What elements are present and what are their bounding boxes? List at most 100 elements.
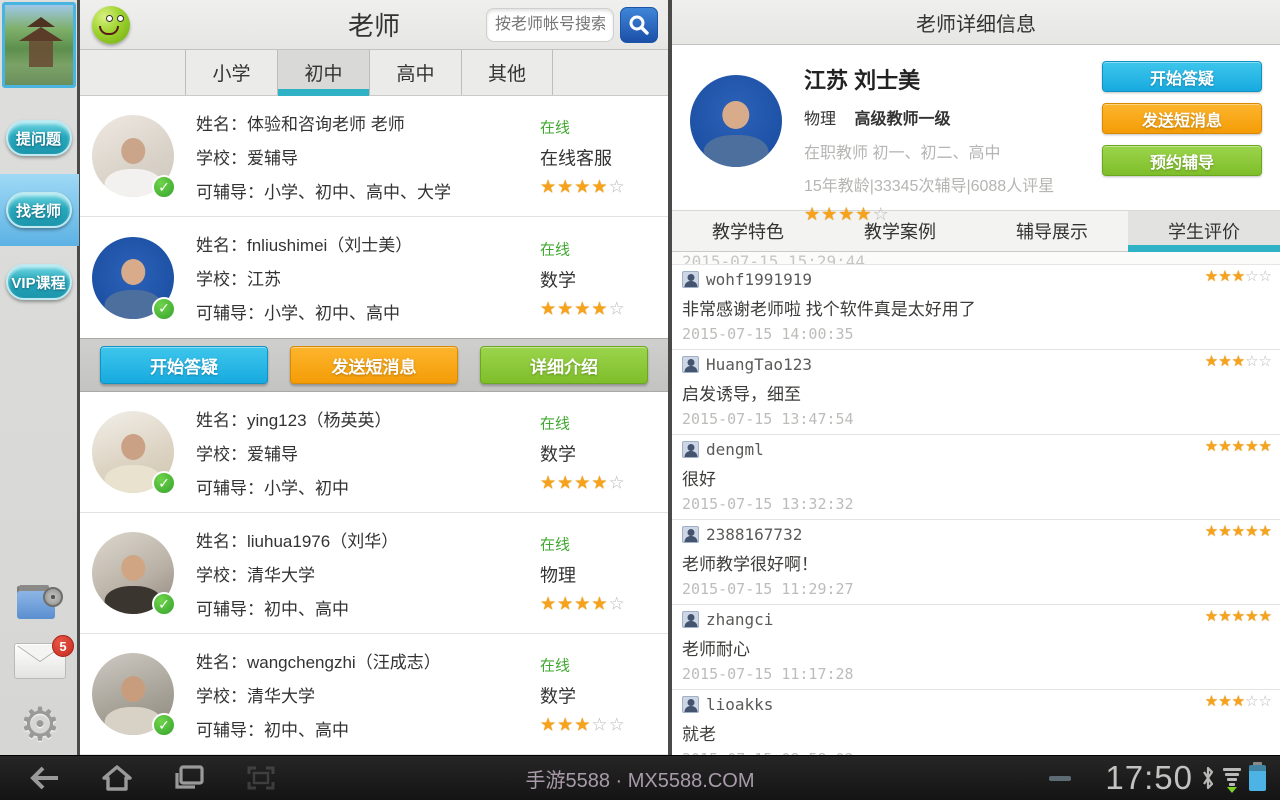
teacher-school-line: 学校：爱辅导 <box>196 440 392 465</box>
review-user-row: dengml <box>682 440 1270 459</box>
find-teacher-button[interactable]: 找老师 <box>6 192 72 228</box>
teacher-scope-line: 可辅导：小学、初中、高中 <box>196 299 412 324</box>
tab-primary-school[interactable]: 小学 <box>185 50 277 95</box>
teacher-info: 姓名：fnliushimei（刘士美） 学校：江苏 可辅导：小学、初中、高中 <box>196 231 412 324</box>
detail-send-sms-button[interactable]: 发送短消息 <box>1102 103 1262 134</box>
teacher-avatar: ✓ <box>92 653 174 735</box>
detail-stats-line: 15年教龄|33345次辅导|6088人评星 <box>804 172 1054 196</box>
review-item: HuangTao123 启发诱导，细至 2015-07-15 13:47:54 … <box>672 350 1280 435</box>
user-avatar-icon <box>682 271 699 288</box>
messages-mail-icon[interactable]: 5 <box>14 643 66 679</box>
back-arrow-icon <box>29 765 61 791</box>
teacher-subject: 物理 <box>540 562 650 588</box>
review-item: zhangci 老师耐心 2015-07-15 11:17:28 ★★★★★ <box>672 605 1280 690</box>
teacher-scope-line: 可辅导：初中、高中 <box>196 595 398 620</box>
teacher-card[interactable]: ✓ 姓名：liuhua1976（刘华） 学校：清华大学 可辅导：初中、高中 在线… <box>80 513 668 634</box>
verified-check-icon: ✓ <box>152 175 176 199</box>
teacher-search-input[interactable] <box>486 8 614 42</box>
search-button[interactable] <box>620 7 658 43</box>
tab-tutoring-showcase[interactable]: 辅导展示 <box>976 211 1128 251</box>
review-rating-stars: ★★★★★ <box>1205 609 1272 624</box>
download-arrow-icon <box>1227 787 1237 793</box>
vip-course-button[interactable]: VIP课程 <box>6 264 72 300</box>
review-date: 2015-07-15 11:29:27 <box>682 580 1270 598</box>
detail-panel-title: 老师详细信息 <box>672 0 1280 45</box>
online-status: 在线 <box>540 534 650 555</box>
teacher-name-line: 姓名：wangchengzhi（汪成志） <box>196 648 441 673</box>
teacher-info: 姓名：ying123（杨英英） 学校：爱辅导 可辅导：小学、初中 <box>196 406 392 499</box>
online-status: 在线 <box>540 117 650 138</box>
app-smiley-logo-icon[interactable] <box>92 6 130 44</box>
review-rating-stars: ★★★★★ <box>1205 439 1272 454</box>
teacher-avatar: ✓ <box>92 115 174 197</box>
teacher-list[interactable]: ✓ 姓名：体验和咨询老师 老师 学校：爱辅导 可辅导：小学、初中、高中、大学 在… <box>80 96 668 755</box>
teacher-side-info: 在线 数学 ★★★★☆ <box>540 413 650 492</box>
review-username: HuangTao123 <box>706 355 812 374</box>
home-button[interactable] <box>100 763 134 793</box>
detail-book-tutoring-button[interactable]: 预约辅导 <box>1102 145 1262 176</box>
teacher-info: 姓名：体验和咨询老师 老师 学校：爱辅导 可辅导：小学、初中、高中、大学 <box>196 110 451 203</box>
teacher-subject: 数学 <box>540 266 650 292</box>
fullscreen-button[interactable] <box>244 763 278 793</box>
tab-teaching-features[interactable]: 教学特色 <box>672 211 824 251</box>
send-sms-button[interactable]: 发送短消息 <box>290 346 458 384</box>
teacher-rating-stars: ★★★☆☆ <box>540 716 650 734</box>
detail-teacher-name: 江苏 刘士美 <box>804 63 1054 95</box>
teacher-card[interactable]: ✓ 姓名：ying123（杨英英） 学校：爱辅导 可辅导：小学、初中 在线 数学… <box>80 392 668 513</box>
teacher-card[interactable]: ✓ 姓名：体验和咨询老师 老师 学校：爱辅导 可辅导：小学、初中、高中、大学 在… <box>80 96 668 217</box>
review-date: 2015-07-15 13:32:32 <box>682 495 1270 513</box>
user-avatar-icon <box>682 696 699 713</box>
teacher-subject: 数学 <box>540 683 650 709</box>
back-button[interactable] <box>28 763 62 793</box>
teacher-info: 姓名：liuhua1976（刘华） 学校：清华大学 可辅导：初中、高中 <box>196 527 398 620</box>
review-rating-stars: ★★★☆☆ <box>1205 354 1272 369</box>
ask-question-button[interactable]: 提问题 <box>6 120 72 156</box>
tab-teaching-cases[interactable]: 教学案例 <box>824 211 976 251</box>
user-avatar-icon <box>682 356 699 373</box>
detail-teacher-text: 江苏 刘士美 物理 高级教师一级 在职教师 初一、初二、高中 15年教龄|333… <box>804 59 1054 210</box>
detail-level: 高级教师一级 <box>854 111 950 128</box>
review-rating-stars: ★★★★★ <box>1205 524 1272 539</box>
teacher-card[interactable]: ✓ 姓名：wangchengzhi（汪成志） 学校：清华大学 可辅导：初中、高中… <box>80 634 668 755</box>
tab-junior-high[interactable]: 初中 <box>277 50 369 95</box>
detail-subject-level: 物理 高级教师一级 <box>804 105 1054 129</box>
sidebar-bottom-icons: 5 ⚙ <box>0 585 80 747</box>
system-navigation-bar: 手游5588 · MX5588.COM <box>0 755 1280 800</box>
review-text: 非常感谢老师啦 找个软件真是太好用了 <box>682 295 1270 320</box>
review-user-row: 2388167732 <box>682 525 1270 544</box>
teacher-card-selected[interactable]: ✓ 姓名：fnliushimei（刘士美） 学校：江苏 可辅导：小学、初中、高中… <box>80 217 668 338</box>
bluetooth-icon <box>1201 765 1215 791</box>
teacher-avatar: ✓ <box>92 411 174 493</box>
review-item: 2388167732 老师教学很好啊！ 2015-07-15 11:29:27 … <box>672 520 1280 605</box>
teacher-side-info: 在线 在线客服 ★★★★☆ <box>540 117 650 196</box>
review-item: dengml 很好 2015-07-15 13:32:32 ★★★★★ <box>672 435 1280 520</box>
tab-student-reviews[interactable]: 学生评价 <box>1128 211 1280 251</box>
detail-teacher-avatar <box>690 75 782 167</box>
verified-check-icon: ✓ <box>152 713 176 737</box>
tab-senior-high[interactable]: 高中 <box>369 50 461 95</box>
teacher-rating-stars: ★★★★☆ <box>540 178 650 196</box>
pavilion-photo-thumbnail[interactable] <box>2 2 76 88</box>
notification-dash-icon <box>1049 776 1071 781</box>
media-folder-icon[interactable] <box>17 585 63 621</box>
detail-start-qa-button[interactable]: 开始答疑 <box>1102 61 1262 92</box>
nav-ask-question-wrap: 提问题 <box>0 102 79 174</box>
start-qa-button[interactable]: 开始答疑 <box>100 346 268 384</box>
verified-check-icon: ✓ <box>152 297 176 321</box>
teacher-scope-line: 可辅导：小学、初中 <box>196 474 392 499</box>
settings-gear-icon[interactable]: ⚙ <box>19 701 60 747</box>
tab-other[interactable]: 其他 <box>461 50 553 95</box>
teacher-name-line: 姓名：fnliushimei（刘士美） <box>196 231 412 256</box>
detail-tab-bar: 教学特色 教学案例 辅导展示 学生评价 <box>672 210 1280 252</box>
review-username: zhangci <box>706 610 773 629</box>
detail-intro-button[interactable]: 详细介绍 <box>480 346 648 384</box>
teacher-school-line: 学校：江苏 <box>196 265 412 290</box>
main-area: 提问题 找老师 VIP课程 5 ⚙ <box>0 0 1280 755</box>
recent-apps-button[interactable] <box>172 763 206 793</box>
battery-icon <box>1249 765 1266 791</box>
teacher-school-line: 学校：爱辅导 <box>196 144 451 169</box>
online-status: 在线 <box>540 238 650 259</box>
student-review-list[interactable]: 2015-07-15 15:29:44 wohf1991919 非常感谢老师啦 … <box>672 252 1280 755</box>
status-cluster[interactable]: 17:50 <box>1049 759 1280 797</box>
teacher-list-panel: 老师 小学 初中 高中 其他 <box>80 0 672 755</box>
